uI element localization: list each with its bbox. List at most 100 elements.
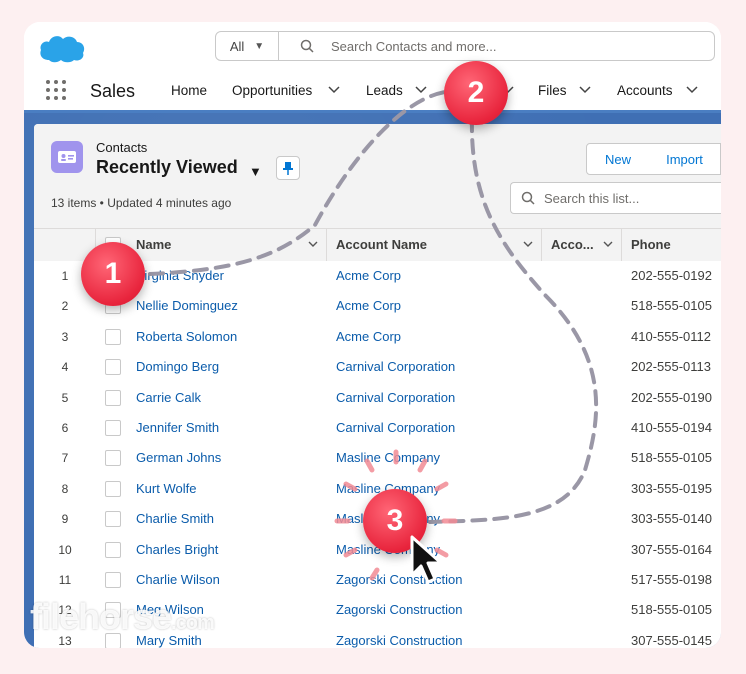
row-checkbox[interactable] (105, 298, 121, 315)
contact-name-link[interactable]: Charles Bright (136, 542, 218, 557)
account-name-link[interactable]: Acme Corp (336, 298, 401, 313)
account-name-link[interactable]: Acme Corp (336, 268, 401, 283)
account-name-link[interactable]: Carnival Corporation (336, 359, 455, 374)
account-name-link[interactable]: Zagorski Construction (336, 633, 462, 648)
table-row[interactable]: 12 Meg Wilson Zagorski Construction 518-555… (34, 595, 721, 627)
search-input[interactable]: Search Contacts and more... (331, 39, 496, 54)
select-all-checkbox[interactable] (105, 237, 121, 253)
pin-icon (283, 162, 293, 175)
list-search-input[interactable]: Search this list... (510, 182, 721, 214)
chevron-down-icon[interactable] (501, 85, 515, 95)
chevron-down-icon[interactable] (522, 240, 534, 250)
row-checkbox[interactable] (105, 328, 121, 345)
row-checkbox[interactable] (105, 389, 121, 406)
nav-item-opportunities[interactable]: Opportunities (232, 83, 312, 98)
row-number: 7 (61, 451, 69, 466)
chevron-down-icon[interactable] (327, 85, 341, 95)
row-checkbox[interactable] (105, 480, 121, 497)
table-row[interactable]: 1 Virginia Snyder Acme Corp 202-555-0192 (34, 261, 721, 293)
table-row[interactable]: 7 German Johns Masline Company 518-555-0105 (34, 443, 721, 475)
caret-down-icon: ▼ (254, 40, 265, 52)
chevron-down-icon[interactable] (414, 85, 428, 95)
list-view-title[interactable]: Recently Viewed (96, 157, 238, 178)
row-number: 3 (61, 329, 69, 344)
global-search[interactable]: All ▼ Search Contacts and more... (215, 31, 715, 61)
contact-name-link[interactable]: Jennifer Smith (136, 420, 219, 435)
table-row[interactable]: 3 Roberta Solomon Acme Corp 410-555-0112 (34, 321, 721, 354)
table-row[interactable]: 5 Carrie Calk Carnival Corporation 202-555-… (34, 382, 721, 414)
row-checkbox[interactable] (105, 420, 121, 436)
new-button[interactable]: New (586, 143, 650, 175)
app-launcher-icon[interactable] (46, 80, 68, 102)
table-row[interactable]: 13 Mary Smith Zagorski Construction 307-555… (34, 625, 721, 648)
row-checkbox[interactable] (105, 632, 121, 648)
contact-name-link[interactable]: Meg Wilson (136, 602, 204, 617)
row-checkbox[interactable] (105, 268, 121, 284)
column-header-name[interactable]: Name (136, 229, 171, 261)
caret-down-icon[interactable]: ▼ (249, 164, 262, 179)
list-search-placeholder: Search this list... (544, 191, 640, 206)
phone-value: 410-555-0112 (631, 328, 711, 344)
contact-name-link[interactable]: Kurt Wolfe (136, 481, 196, 496)
row-checkbox[interactable] (105, 511, 121, 528)
row-checkbox[interactable] (105, 450, 121, 467)
contact-name-link[interactable]: Roberta Solomon (136, 329, 237, 344)
account-name-link[interactable]: Acme Corp (336, 329, 401, 344)
phone-value: 202-555-0192 (631, 268, 712, 283)
account-name-link[interactable]: Masline Company (336, 450, 440, 465)
contact-name-link[interactable]: Virginia Snyder (136, 268, 224, 283)
table-row[interactable]: 2 Nellie Dominguez Acme Corp 518-555-0105 (34, 291, 721, 323)
column-divider (621, 229, 622, 261)
account-name-link[interactable]: Zagorski Construction (336, 602, 462, 617)
contact-name-link[interactable]: Mary Smith (136, 633, 202, 648)
contact-name-link[interactable]: German Johns (136, 450, 221, 465)
row-number: 5 (61, 390, 69, 405)
contact-name-link[interactable]: Carrie Calk (136, 390, 201, 405)
chevron-down-icon[interactable] (578, 85, 592, 95)
column-header-phone[interactable]: Phone (631, 229, 671, 261)
nav-item-files[interactable]: Files (538, 83, 567, 98)
table-row[interactable]: 6 Jennifer Smith Carnival Corporation 410-5… (34, 413, 721, 445)
contact-name-link[interactable]: Domingo Berg (136, 359, 219, 374)
account-name-link[interactable]: Masline Company (336, 511, 440, 526)
account-name-link[interactable]: Masline Company (336, 481, 440, 496)
list-meta-info: 13 items • Updated 4 minutes ago (51, 196, 232, 210)
app-navigation-bar: Sales Home Opportunities Leads Files Acc… (24, 72, 721, 113)
row-checkbox[interactable] (105, 572, 121, 588)
row-checkbox[interactable] (105, 359, 121, 376)
row-checkbox[interactable] (105, 602, 121, 619)
account-name-link[interactable]: Zagorski Construction (336, 572, 462, 587)
row-number: 9 (61, 512, 69, 527)
phone-value: 202-555-0190 (631, 389, 712, 405)
column-header-account[interactable]: Acco... (551, 229, 594, 261)
account-name-link[interactable]: Masline Company (336, 542, 440, 557)
table-row[interactable]: 4 Domingo Berg Carnival Corporation 202-555… (34, 352, 721, 384)
table-row[interactable]: 8 Kurt Wolfe Masline Company 303-555-0195 (34, 473, 721, 506)
chevron-down-icon[interactable] (685, 85, 699, 95)
salesforce-logo-icon[interactable] (38, 32, 86, 69)
account-name-link[interactable]: Carnival Corporation (336, 390, 455, 405)
pin-list-button[interactable] (276, 156, 300, 180)
table-row[interactable]: 11 Charlie Wilson Zagorski Construction 517… (34, 565, 721, 597)
search-scope-dropdown[interactable]: All ▼ (216, 32, 279, 60)
row-checkbox[interactable] (105, 541, 121, 558)
phone-value: 307-555-0164 (631, 541, 712, 557)
contact-name-link[interactable]: Charlie Smith (136, 511, 214, 526)
row-number: 1 (61, 269, 69, 283)
table-row[interactable]: 9 Charlie Smith Masline Company 303-555-014… (34, 504, 721, 536)
row-number: 12 (58, 603, 72, 618)
contact-name-link[interactable]: Nellie Dominguez (136, 298, 238, 313)
contact-name-link[interactable]: Charlie Wilson (136, 572, 220, 587)
column-header-account-name[interactable]: Account Name (336, 229, 427, 261)
phone-value: 518-555-0105 (631, 298, 712, 314)
import-button[interactable]: Import (649, 143, 721, 175)
global-header: All ▼ Search Contacts and more... (24, 22, 721, 72)
account-name-link[interactable]: Carnival Corporation (336, 420, 455, 435)
nav-item-leads[interactable]: Leads (366, 83, 403, 98)
nav-item-home[interactable]: Home (171, 83, 207, 98)
nav-item-accounts[interactable]: Accounts (617, 83, 673, 98)
table-row[interactable]: 10 Charles Bright Masline Company 307-555-0… (34, 534, 721, 566)
chevron-down-icon[interactable] (602, 240, 614, 250)
phone-value: 307-555-0145 (631, 632, 712, 648)
chevron-down-icon[interactable] (307, 240, 319, 250)
